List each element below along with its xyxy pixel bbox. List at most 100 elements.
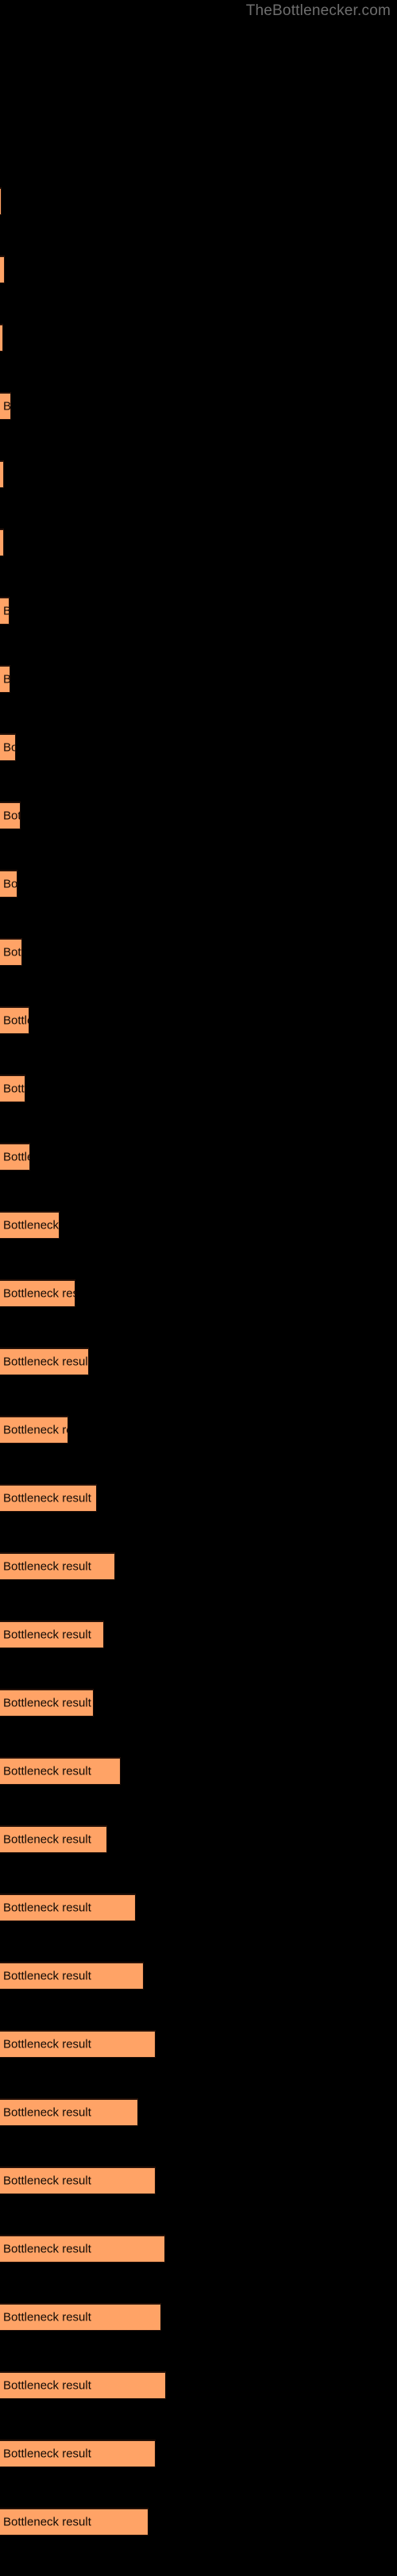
bar[interactable]: Bottleneck result	[0, 2235, 165, 2263]
bar[interactable]: Bottleneck result	[0, 2167, 156, 2194]
bar-row: Bottleneck result	[0, 1894, 397, 1962]
bar-row: Bottleneck result	[0, 1484, 397, 1552]
bar[interactable]: Bottleneck result	[0, 187, 2, 215]
bar-label: Bottleneck result	[3, 2378, 91, 2393]
bar-label: Bottleneck result	[3, 1082, 25, 1096]
bar[interactable]: Bottleneck result	[0, 665, 10, 693]
bar[interactable]: Bottleneck result	[0, 2030, 156, 2058]
bar[interactable]: Bottleneck result	[0, 1143, 30, 1171]
bar[interactable]: Bottleneck result	[0, 597, 10, 625]
bar-row: Bottleneck result	[0, 187, 397, 256]
bar-label: Bottleneck result	[3, 740, 15, 755]
bar-label: Bottleneck result	[3, 877, 17, 891]
bar-row: Bottleneck result	[0, 256, 397, 324]
bar[interactable]: Bottleneck result	[0, 1416, 68, 1444]
bar[interactable]: Bottleneck result	[0, 2098, 138, 2126]
bar-row: Bottleneck result	[0, 2371, 397, 2440]
bar-row: Bottleneck result	[0, 529, 397, 597]
bar-label: Bottleneck result	[3, 1764, 91, 1778]
bar[interactable]: Bottleneck result	[0, 392, 11, 420]
bar-label: Bottleneck result	[3, 1286, 75, 1301]
bar[interactable]: Bottleneck result	[0, 1348, 89, 1375]
bar-label: Bottleneck result	[3, 1559, 91, 1574]
bar[interactable]: Bottleneck result	[0, 1211, 60, 1239]
bar[interactable]: Bottleneck result	[0, 1621, 104, 1648]
bar[interactable]: Bottleneck result	[0, 1689, 94, 1717]
bar-row: Bottleneck result	[0, 1962, 397, 2030]
bar[interactable]: Bottleneck result	[0, 2371, 166, 2399]
bar-row: Bottleneck result	[0, 802, 397, 870]
bar-row: Bottleneck result	[0, 733, 397, 802]
bar[interactable]: Bottleneck result	[0, 1825, 107, 1853]
bar-row: Bottleneck result	[0, 1416, 397, 1484]
bar-label: Bottleneck result	[3, 2174, 91, 2188]
bar-row: Bottleneck result	[0, 1757, 397, 1825]
bar[interactable]: Bottleneck result	[0, 938, 22, 966]
bar-row: Bottleneck result	[0, 1211, 397, 1279]
bar-label: Bottleneck result	[3, 1150, 29, 1164]
bar-row: Bottleneck result	[0, 2440, 397, 2508]
bar-row: Bottleneck result	[0, 2167, 397, 2235]
bar[interactable]: Bottleneck result	[0, 256, 5, 283]
bar-row: Bottleneck result	[0, 392, 397, 460]
bar-row: Bottleneck result	[0, 597, 397, 665]
bar-row: Bottleneck result	[0, 938, 397, 1006]
bar-label: Bottleneck result	[3, 1901, 91, 1915]
bar-row: Bottleneck result	[0, 2235, 397, 2303]
bar-row: Bottleneck result	[0, 2030, 397, 2098]
bar-label: Bottleneck result	[3, 536, 4, 550]
bar[interactable]: Bottleneck result	[0, 2303, 161, 2331]
bar-label: Bottleneck result	[3, 605, 9, 618]
bar-label: Bottleneck result	[3, 2242, 91, 2256]
bar-label: Bottleneck result	[3, 1355, 89, 1369]
bar-label: Bottleneck result	[3, 2310, 91, 2324]
bar-label: Bottleneck result	[3, 1218, 60, 1232]
bar[interactable]: Bottleneck result	[0, 529, 4, 556]
bar-row: Bottleneck result	[0, 460, 397, 529]
bar-label: Bottleneck result	[3, 1628, 91, 1642]
bar[interactable]: Bottleneck result	[0, 2440, 156, 2467]
bar[interactable]: Bottleneck result	[0, 1962, 144, 1990]
bar[interactable]: Bottleneck result	[0, 1484, 97, 1512]
bar-row: Bottleneck result	[0, 324, 397, 392]
bar-row: Bottleneck result	[0, 1825, 397, 1894]
bar-label: Bottleneck result	[3, 2105, 91, 2120]
bar[interactable]: Bottleneck result	[0, 733, 16, 761]
bar-label: Bottleneck result	[3, 2037, 91, 2051]
bar-label: Bottleneck result	[3, 673, 10, 686]
bar-row: Bottleneck result	[0, 1621, 397, 1689]
bar[interactable]: Bottleneck result	[0, 1552, 115, 1580]
bar-row: Bottleneck result	[0, 1075, 397, 1143]
bar-row: Bottleneck result	[0, 665, 397, 733]
bar[interactable]: Bottleneck result	[0, 1006, 29, 1034]
bar-label: Bottleneck result	[3, 263, 4, 277]
bar-row: Bottleneck result	[0, 1552, 397, 1621]
bar-row: Bottleneck result	[0, 2303, 397, 2371]
bar[interactable]: Bottleneck result	[0, 870, 17, 898]
bar-row: Bottleneck result	[0, 1006, 397, 1075]
bar[interactable]: Bottleneck result	[0, 1075, 25, 1102]
bar-label: Bottleneck result	[3, 2447, 91, 2461]
bar-row: Bottleneck result	[0, 1143, 397, 1211]
bar[interactable]: Bottleneck result	[0, 802, 21, 829]
site-watermark: TheBottlenecker.com	[245, 2, 391, 19]
bar[interactable]: Bottleneck result	[0, 1757, 121, 1785]
bar-row: Bottleneck result	[0, 1689, 397, 1757]
horizontal-bar-chart: Bottleneck result Bottleneck result Bottle…	[0, 187, 397, 2576]
bar-label: Bottleneck result	[3, 1423, 67, 1437]
bar-row: Bottleneck result	[0, 2508, 397, 2576]
bar-label: Bottleneck result	[3, 1969, 91, 1983]
bar-row: Bottleneck result	[0, 1279, 397, 1348]
bar-label: Bottleneck result	[3, 2515, 91, 2529]
bar[interactable]: Bottleneck result	[0, 324, 3, 352]
bar[interactable]: Bottleneck result	[0, 2508, 148, 2536]
bar-label: Bottleneck result	[3, 1491, 91, 1505]
bar[interactable]: Bottleneck result	[0, 460, 4, 488]
bar[interactable]: Bottleneck result	[0, 1894, 136, 1921]
bar-label: Bottleneck result	[3, 468, 4, 482]
bar[interactable]: Bottleneck result	[0, 1279, 75, 1307]
bar-label: Bottleneck result	[3, 1696, 91, 1710]
bar-label: Bottleneck result	[3, 399, 11, 413]
bar-row: Bottleneck result	[0, 2098, 397, 2167]
bar-row: Bottleneck result	[0, 870, 397, 938]
